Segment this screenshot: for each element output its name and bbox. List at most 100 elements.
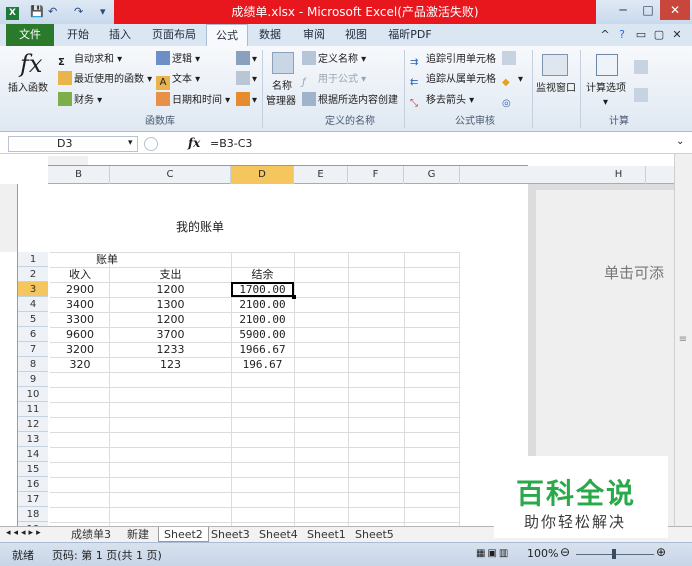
tab-home[interactable]: 开始 [60, 24, 96, 46]
trace-precedents-button[interactable]: ⇉ 追踪引用单元格 [410, 51, 496, 69]
calc-options-dropdown-icon[interactable]: ▾ [603, 94, 608, 112]
sheet-tab-3[interactable]: Sheet2 [158, 527, 209, 542]
table-cell[interactable]: 1200 [110, 282, 231, 297]
excel-logo-icon[interactable]: X [6, 4, 20, 20]
doc-restore-icon[interactable]: ▢ [652, 24, 666, 46]
row-header-17[interactable]: 17 [18, 492, 48, 507]
customize-qat-icon[interactable]: ▾ [100, 4, 106, 20]
sheet-tab-4[interactable]: Sheet3 [206, 527, 255, 542]
fill-handle[interactable] [292, 295, 296, 299]
insert-function-icon[interactable]: fx [20, 50, 42, 78]
show-formulas-icon[interactable] [502, 51, 518, 69]
insert-function-fx-button[interactable]: fx [188, 136, 200, 150]
row-header-6[interactable]: 6 [18, 327, 48, 342]
doc-minimize-icon[interactable]: ▭ [634, 24, 648, 46]
name-manager-label-2[interactable]: 管理器 [266, 93, 296, 111]
click-to-add-hint[interactable]: 单击可添 [604, 262, 664, 283]
view-buttons-icon[interactable]: ▦▣▥ [476, 548, 510, 559]
financial-button[interactable]: 财务 ▾ [58, 92, 102, 110]
tab-view[interactable]: 视图 [338, 24, 374, 46]
maximize-button[interactable]: □ [636, 0, 660, 20]
table-cell[interactable]: 2100.00 [231, 297, 294, 312]
tab-file[interactable]: 文件 [6, 24, 54, 46]
active-cell-d3[interactable] [231, 282, 294, 297]
tab-insert[interactable]: 插入 [102, 24, 138, 46]
minimize-button[interactable]: ─ [610, 0, 636, 20]
name-manager-icon[interactable] [272, 52, 294, 74]
evaluate-formula-icon[interactable]: ◎ [502, 92, 518, 110]
datetime-button[interactable]: 日期和时间 ▾ [156, 92, 230, 110]
column-header-d[interactable]: D [231, 166, 294, 184]
column-header-g[interactable]: G [404, 166, 460, 184]
row-header-16[interactable]: 16 [18, 477, 48, 492]
row-header-12[interactable]: 12 [18, 417, 48, 432]
row-header-14[interactable]: 14 [18, 447, 48, 462]
tab-formulas[interactable]: 公式 [206, 24, 248, 46]
table-cell[interactable]: 1233 [110, 342, 231, 357]
column-header-e[interactable]: E [294, 166, 348, 184]
zoom-out-icon[interactable]: ⊖ [560, 545, 570, 559]
logical-button[interactable]: 逻辑 ▾ [156, 51, 200, 69]
row-header-8[interactable]: 8 [18, 357, 48, 372]
column-header-f[interactable]: F [348, 166, 404, 184]
row-header-11[interactable]: 11 [18, 402, 48, 417]
sheet-tab-2[interactable]: 新建 [122, 527, 154, 542]
remove-arrows-button[interactable]: ⤡ 移去箭头 ▾ [410, 92, 474, 110]
table-cell[interactable]: 1200 [110, 312, 231, 327]
sheet-tab-5[interactable]: Sheet4 [254, 527, 303, 542]
column-header-b[interactable]: B [48, 166, 110, 184]
sheet-tab-1[interactable]: 成绩单3 [66, 527, 116, 542]
calc-now-icon[interactable] [634, 60, 650, 78]
calc-sheet-icon[interactable] [634, 88, 650, 106]
watch-window-icon[interactable] [542, 54, 568, 76]
math-button[interactable]: ▾ [236, 71, 257, 89]
table-cell[interactable]: 2100.00 [231, 312, 294, 327]
header-income[interactable]: 收入 [50, 267, 110, 282]
ribbon-collapse-icon[interactable]: ^ [598, 24, 612, 46]
table-cell[interactable]: 5900.00 [231, 327, 294, 342]
close-button[interactable]: ✕ [660, 0, 690, 20]
row-header-15[interactable]: 15 [18, 462, 48, 477]
name-box[interactable]: D3 [8, 136, 138, 152]
table-cell[interactable]: 1966.67 [231, 342, 294, 357]
row-header-4[interactable]: 4 [18, 297, 48, 312]
insert-function-button[interactable]: 插入函数 [8, 80, 48, 98]
watch-window-button[interactable]: 监视窗口 [536, 80, 576, 98]
more-functions-button[interactable]: ▾ [236, 92, 257, 110]
table-cell[interactable]: 123 [110, 357, 231, 372]
row-header-9[interactable]: 9 [18, 372, 48, 387]
error-checking-icon[interactable]: ◆ ▾ [502, 71, 523, 89]
row-header-3[interactable]: 3 [18, 282, 48, 297]
formula-expand-icon[interactable]: ⌄ [676, 136, 684, 147]
sheet-nav-arrows-icon[interactable]: ◂◂◂▸▸ [6, 528, 44, 538]
zoom-in-icon[interactable]: ⊕ [656, 545, 666, 559]
row-header-2[interactable]: 2 [18, 267, 48, 282]
redo-icon[interactable]: ↷ [74, 4, 83, 20]
autosum-button[interactable]: Σ 自动求和 ▾ [58, 51, 122, 69]
row-header-1[interactable]: 1 [18, 252, 48, 267]
doc-close-icon[interactable]: ✕ [670, 24, 684, 46]
row-header-10[interactable]: 10 [18, 387, 48, 402]
table-cell[interactable]: 3400 [50, 297, 110, 312]
table-cell[interactable]: 3300 [50, 312, 110, 327]
help-icon[interactable]: ? [614, 24, 630, 46]
tab-page-layout[interactable]: 页面布局 [146, 24, 202, 46]
save-icon[interactable]: 💾 [30, 4, 44, 20]
tab-review[interactable]: 审阅 [296, 24, 332, 46]
calc-options-icon[interactable] [596, 54, 618, 76]
use-in-formula-button[interactable]: ƒ 用于公式 ▾ [302, 71, 366, 89]
tab-foxit-pdf[interactable]: 福昕PDF [384, 24, 436, 46]
sheet-tab-7[interactable]: Sheet5 [350, 527, 399, 542]
table-cell[interactable]: 9600 [50, 327, 110, 342]
table-cell[interactable]: 320 [50, 357, 110, 372]
table-cell[interactable]: 2900 [50, 282, 110, 297]
create-from-selection-button[interactable]: 根据所选内容创建 [302, 92, 398, 110]
scroll-thumb[interactable]: ≡ [677, 334, 689, 354]
zoom-level[interactable]: 100% [527, 547, 558, 560]
formula-bar-handle-icon[interactable] [144, 137, 158, 151]
column-header-c[interactable]: C [110, 166, 231, 184]
sheet-tab-6[interactable]: Sheet1 [302, 527, 351, 542]
define-name-button[interactable]: 定义名称 ▾ [302, 51, 366, 69]
vertical-scrollbar[interactable]: ≡ [674, 154, 692, 526]
table-cell[interactable]: 3700 [110, 327, 231, 342]
